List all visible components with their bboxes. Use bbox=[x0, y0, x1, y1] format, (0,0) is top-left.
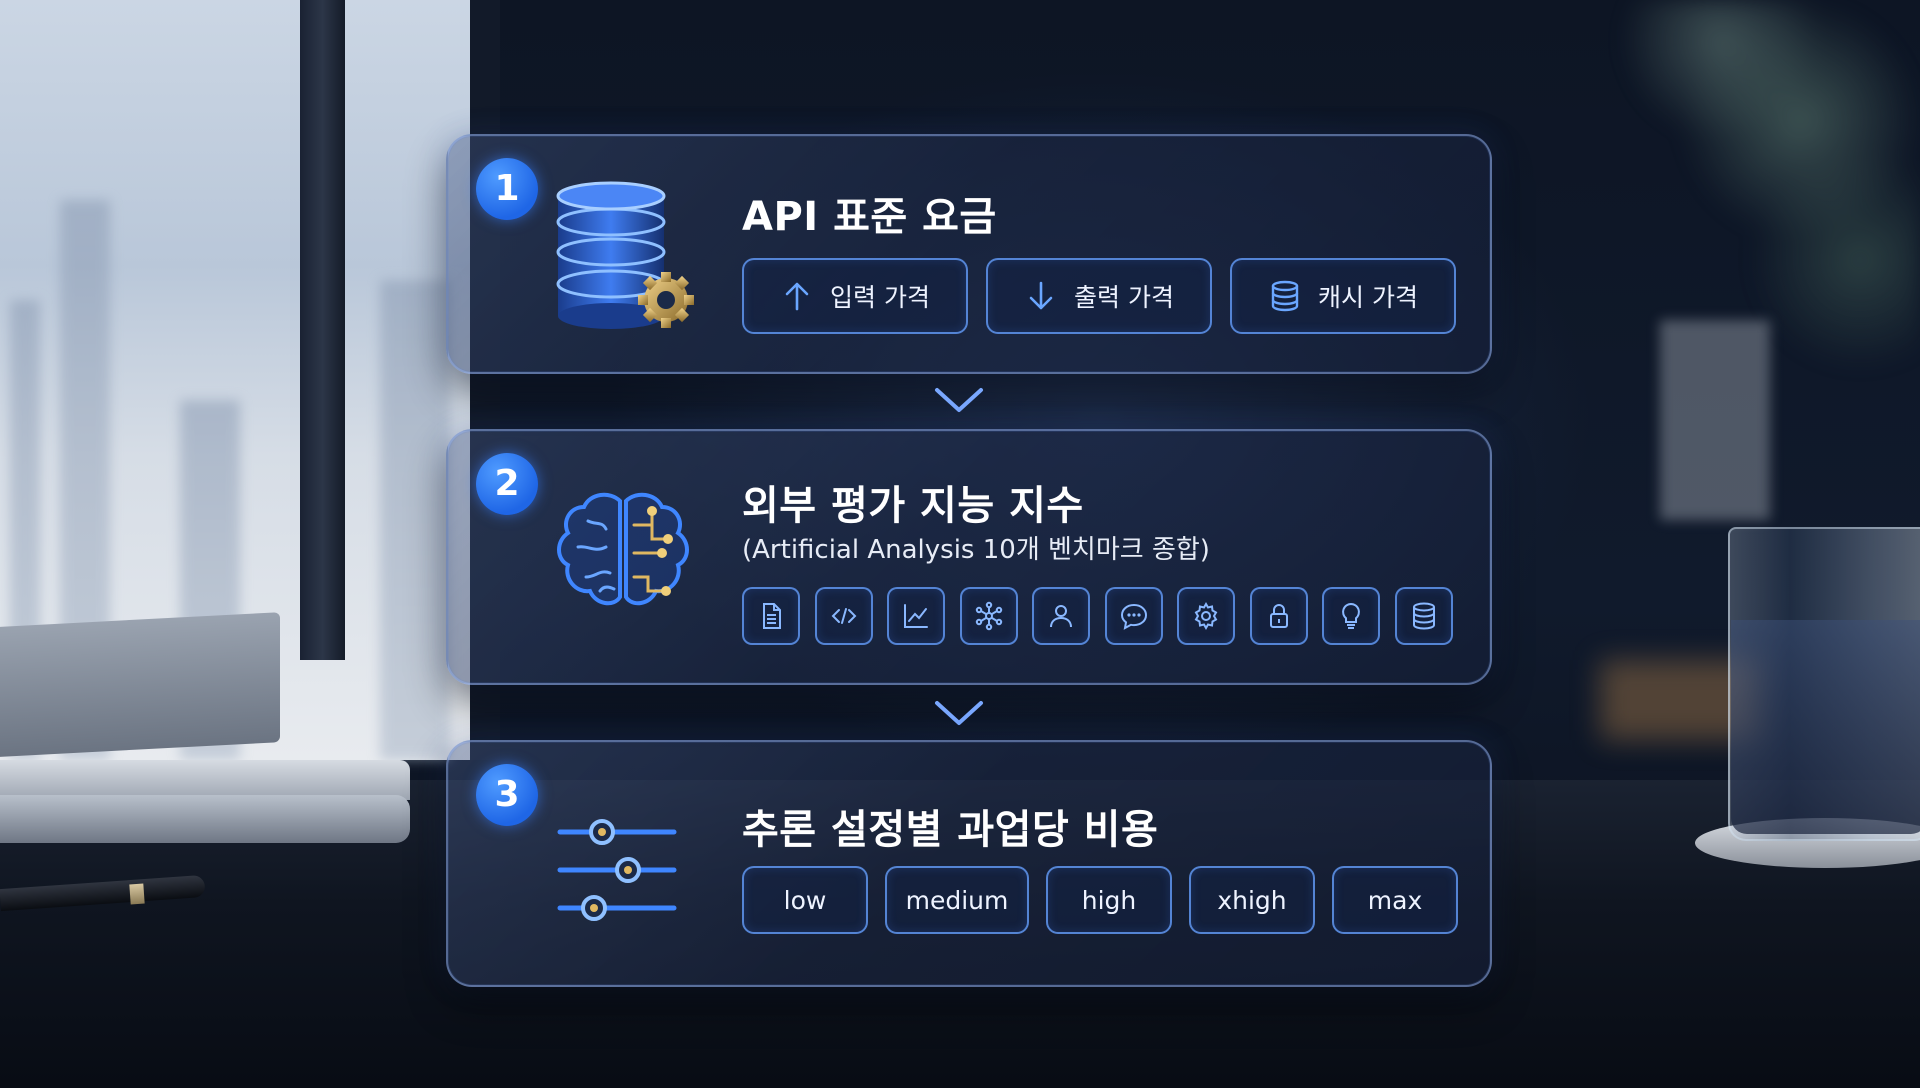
benchmark-code[interactable] bbox=[814, 587, 873, 645]
price-type-list: 입력 가격 출력 가격 캐시 가격 bbox=[742, 258, 1474, 334]
chip-label: 출력 가격 bbox=[1074, 283, 1174, 312]
arrow-down-icon bbox=[1029, 281, 1053, 310]
laptop-base bbox=[0, 795, 410, 843]
step-card-api-pricing: 1 API 표준 요금 입력 가격 출력 가격 캐시 가격 bbox=[446, 134, 1492, 374]
step-title: 외부 평가 지능 지수 bbox=[742, 483, 1084, 529]
chip-label: 입력 가격 bbox=[830, 283, 930, 312]
database-icon bbox=[1271, 280, 1299, 312]
cache-price-chip[interactable]: 캐시 가격 bbox=[1230, 258, 1456, 334]
benchmark-icon-row bbox=[742, 587, 1467, 645]
benchmark-user[interactable] bbox=[1032, 587, 1090, 645]
laptop-screen bbox=[0, 612, 280, 758]
chart-icon bbox=[904, 604, 928, 628]
lightbulb-icon bbox=[1342, 602, 1360, 629]
level-medium-button[interactable]: medium bbox=[885, 866, 1029, 934]
output-price-chip[interactable]: 출력 가격 bbox=[986, 258, 1212, 334]
benchmark-chat[interactable] bbox=[1104, 587, 1163, 645]
arrow-up-icon bbox=[785, 282, 809, 311]
step-number-badge: 3 bbox=[476, 764, 538, 826]
sliders-icon bbox=[557, 819, 677, 921]
document-icon bbox=[763, 603, 781, 629]
benchmark-document[interactable] bbox=[742, 587, 800, 645]
circuit-brain-icon bbox=[557, 492, 689, 606]
chip-label: 캐시 가격 bbox=[1318, 283, 1418, 312]
database-gear-icon bbox=[556, 181, 694, 329]
level-low-button[interactable]: low bbox=[742, 866, 868, 934]
network-icon bbox=[975, 601, 1002, 631]
level-xhigh-button[interactable]: xhigh bbox=[1189, 866, 1315, 934]
reasoning-level-list: low medium high xhigh max bbox=[742, 866, 1458, 934]
lock-icon bbox=[1269, 604, 1288, 628]
user-icon bbox=[1050, 605, 1072, 628]
step-card-reasoning-cost: 3 추론 설정별 과업당 비용 low medium high xhigh ma… bbox=[446, 740, 1492, 987]
step-title: API 표준 요금 bbox=[742, 194, 997, 240]
water bbox=[1731, 620, 1920, 834]
step-number-badge: 2 bbox=[476, 453, 538, 515]
step-number-badge: 1 bbox=[476, 158, 538, 220]
level-max-button[interactable]: max bbox=[1332, 866, 1458, 934]
step-title: 추론 설정별 과업당 비용 bbox=[742, 807, 1159, 853]
gear-icon bbox=[1194, 601, 1218, 631]
input-price-chip[interactable]: 입력 가격 bbox=[742, 258, 968, 334]
window-frame bbox=[300, 0, 345, 660]
benchmark-security[interactable] bbox=[1249, 587, 1308, 645]
benchmark-data[interactable] bbox=[1394, 587, 1453, 645]
step-subtitle: (Artificial Analysis 10개 벤치마크 종합) bbox=[742, 535, 1210, 565]
wall-light bbox=[1660, 320, 1770, 520]
laptop-deck bbox=[0, 760, 410, 800]
level-high-button[interactable]: high bbox=[1046, 866, 1172, 934]
chat-icon bbox=[1120, 603, 1147, 630]
chevron-down-icon bbox=[935, 701, 983, 725]
benchmark-settings[interactable] bbox=[1177, 587, 1235, 645]
benchmark-idea[interactable] bbox=[1322, 587, 1380, 645]
step-card-intelligence-index: 2 외부 평가 지능 지수 (Artificial Analysis 10개 벤… bbox=[446, 429, 1492, 685]
benchmark-chart[interactable] bbox=[887, 587, 945, 645]
code-icon bbox=[831, 608, 856, 624]
benchmark-network[interactable] bbox=[959, 587, 1018, 645]
pen-band bbox=[129, 883, 145, 905]
chevron-down-icon bbox=[935, 388, 983, 412]
database-icon bbox=[1412, 602, 1435, 630]
